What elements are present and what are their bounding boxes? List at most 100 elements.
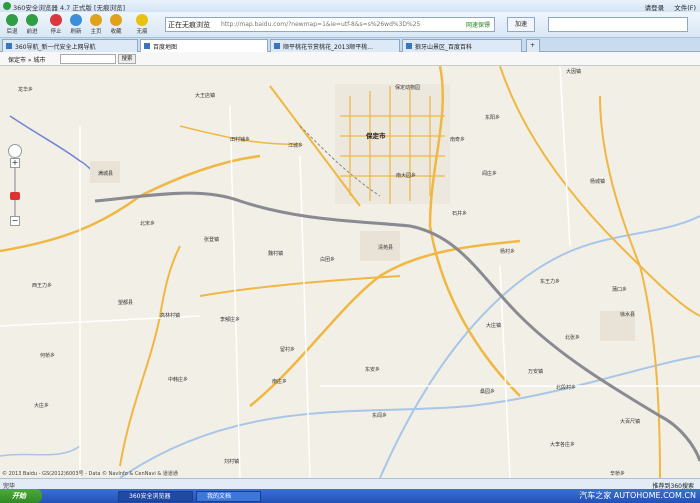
favorites-icon [110, 14, 122, 26]
place-label: 南庄乡 [272, 379, 288, 385]
place-label: 杨城镇 [590, 179, 606, 185]
forward-button[interactable]: 前进 [22, 14, 42, 37]
place-label: 大王店镇 [195, 93, 216, 99]
place-label: 留村乡 [280, 347, 296, 353]
refresh-icon [70, 14, 82, 26]
refresh-label: 刷新 [70, 29, 82, 35]
back-icon [6, 14, 18, 26]
incognito-icon [136, 14, 148, 26]
map-canvas[interactable]: 大因镇 保定动物园 保定市 大王店镇 江城乡 南大园乡 田村铺乡 东阳乡 阎庄乡… [0, 66, 700, 478]
place-label: 石井乡 [452, 211, 468, 217]
place-label: 大庄镇 [486, 323, 502, 329]
watermark: 汽车之家 AUTOHOME.COM.CN [579, 491, 696, 500]
place-label: 北宋乡 [140, 221, 156, 227]
tab-label: 顺平桃花节赏桃花_2013顺平桃... [283, 44, 373, 51]
favorites-label: 收藏 [110, 29, 122, 35]
place-label: 何桥乡 [40, 353, 56, 359]
stop-icon [50, 14, 62, 26]
place-label: 保定动物园 [395, 85, 421, 91]
place-label: 北张乡 [565, 335, 581, 341]
place-label: 南大园乡 [396, 173, 417, 179]
tab-label: 百度地图 [153, 44, 178, 51]
place-label: 杨村乡 [500, 249, 516, 255]
speed-guard-label[interactable]: 网速保镖 [466, 20, 490, 29]
start-button[interactable]: 开始 [0, 489, 42, 503]
pan-control[interactable] [8, 144, 22, 158]
place-label: 辛桥乡 [610, 471, 626, 477]
address-bar[interactable]: 正在无痕浏览 http://map.baidu.com/?newmap=1&ie… [165, 17, 495, 32]
place-label: 东王力乡 [540, 279, 561, 285]
map-roads [0, 66, 700, 478]
new-tab-button[interactable]: + [526, 39, 540, 52]
place-label: 高林村镇 [160, 313, 181, 319]
tab-favicon-icon [6, 43, 12, 49]
zoom-in-button[interactable]: + [10, 158, 20, 168]
home-icon [90, 14, 102, 26]
tab-label: 狼牙山景区_百度百科 [415, 44, 473, 51]
place-label: 魏村镇 [268, 251, 284, 257]
place-label: 田村铺乡 [230, 137, 251, 143]
title-bar: 360安全浏览器 4.7 正式版 [无痕浏览] 请登录 文件(F) [0, 0, 700, 12]
back-button[interactable]: 后退 [2, 14, 22, 37]
tab-360-nav[interactable]: 360导航_新一代安全上网导航 [2, 39, 138, 52]
url-text[interactable]: http://map.baidu.com/?newmap=1&ie=utf-8&… [221, 21, 421, 28]
place-label: 阎庄乡 [482, 171, 498, 177]
tab-peach-festival[interactable]: 顺平桃花节赏桃花_2013顺平桃... [270, 39, 400, 52]
place-label: 望都县 [118, 300, 134, 306]
map-zoom-control: + − [8, 144, 22, 234]
tab-favicon-icon [406, 43, 412, 49]
main-city-label: 保定市 [366, 132, 386, 140]
refresh-button[interactable]: 刷新 [66, 14, 86, 37]
place-label: 大百尺镇 [620, 419, 641, 425]
forward-icon [26, 14, 38, 26]
incognito-label: 无痕 [136, 29, 148, 35]
place-label: 龙华乡 [18, 87, 34, 93]
favorites-button[interactable]: 收藏 [106, 14, 126, 37]
place-label: 蒲口乡 [612, 287, 628, 293]
title-menu: 请登录 文件(F) [637, 2, 696, 12]
window-title: 360安全浏览器 4.7 正式版 [无痕浏览] [13, 4, 126, 12]
taskbar-item-documents[interactable]: 我的文档 [196, 491, 261, 502]
tab-favicon-icon [274, 43, 280, 49]
place-label: 南奇乡 [450, 137, 466, 143]
status-bar: 完毕 推荐到360搜索 [0, 478, 700, 490]
home-button[interactable]: 主页 [86, 14, 106, 37]
place-label: 江城乡 [288, 143, 304, 149]
place-label: 清苑县 [378, 245, 394, 251]
stop-button[interactable]: 停止 [46, 14, 66, 37]
zoom-slider-handle[interactable] [10, 192, 20, 200]
back-label: 后退 [6, 29, 18, 35]
place-label: 张登镇 [204, 237, 220, 243]
place-label: 北段村乡 [556, 385, 577, 391]
zoom-out-button[interactable]: − [10, 216, 20, 226]
incognito-button[interactable]: 无痕 [132, 14, 152, 37]
incognito-notice: 正在无痕浏览 [168, 21, 210, 29]
place-label: 东安乡 [365, 367, 381, 373]
tab-label: 360导航_新一代安全上网导航 [15, 44, 96, 51]
place-label: 大李各庄乡 [550, 442, 576, 448]
place-label: 白团乡 [320, 257, 336, 263]
place-label: 中韩庄乡 [168, 377, 189, 383]
place-label: 东闾乡 [372, 413, 388, 419]
accelerate-button[interactable]: 加速 [507, 17, 535, 32]
tab-baidu-map[interactable]: 百度地图 [140, 39, 268, 52]
tab-langya-mountain[interactable]: 狼牙山景区_百度百科 [402, 39, 522, 52]
tab-bar: 360导航_新一代安全上网导航 百度地图 顺平桃花节赏桃花_2013顺平桃...… [0, 38, 700, 52]
search-input[interactable] [548, 17, 688, 32]
tab-favicon-icon [144, 43, 150, 49]
map-copyright: © 2013 Baidu - GS(2012)6003号 - Data © Na… [2, 471, 178, 477]
place-label: 桑园乡 [480, 389, 496, 395]
taskbar-item-browser[interactable]: 360安全浏览器 [118, 491, 193, 502]
browser-logo-icon [3, 2, 11, 10]
place-label: 刘村镇 [224, 459, 240, 465]
login-link[interactable]: 请登录 [645, 4, 665, 12]
city-switcher[interactable]: 保定市 » 城市 [8, 55, 46, 64]
place-label: 大因镇 [566, 69, 582, 75]
place-label: 满城县 [98, 171, 114, 177]
map-search-input[interactable] [60, 54, 116, 64]
forward-label: 前进 [26, 29, 38, 35]
place-label: 东阳乡 [485, 115, 501, 121]
map-search-button[interactable]: 搜索 [118, 54, 136, 64]
file-menu[interactable]: 文件(F) [674, 4, 696, 12]
place-label: 大庄乡 [34, 403, 50, 409]
